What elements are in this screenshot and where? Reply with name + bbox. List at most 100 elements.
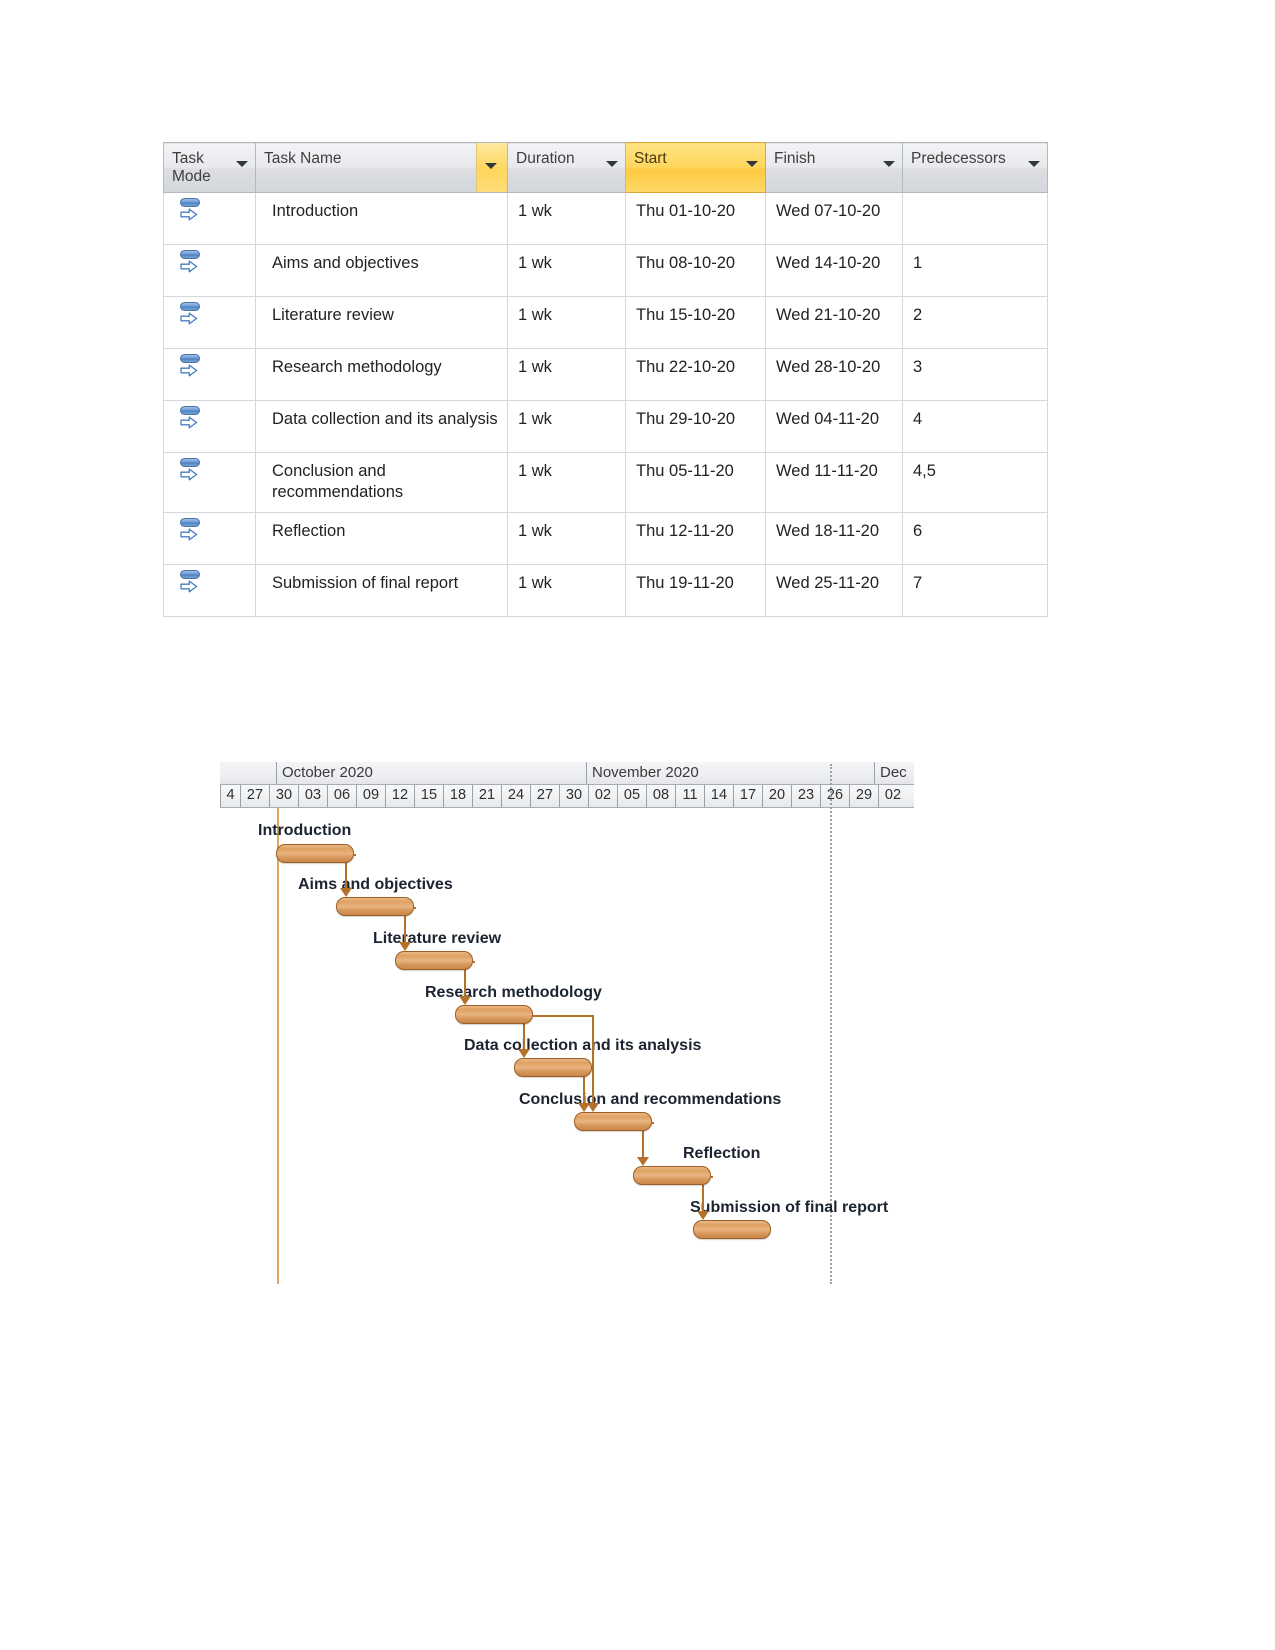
cell-predecessors[interactable]: 2 [902, 295, 1048, 349]
cell-duration-value: 1 wk [518, 253, 552, 272]
cell-task-mode[interactable] [163, 243, 256, 297]
filter-chevron-down-icon[interactable] [883, 161, 895, 167]
cell-finish[interactable]: Wed 21-10-20 [765, 295, 903, 349]
filter-chevron-down-icon[interactable] [746, 161, 758, 167]
cell-start[interactable]: Thu 19-11-20 [625, 563, 766, 617]
cell-predecessors[interactable]: 4 [902, 399, 1048, 453]
cell-duration[interactable]: 1 wk [507, 399, 626, 453]
cell-start[interactable]: Thu 22-10-20 [625, 347, 766, 401]
cell-task-name[interactable]: Submission of final report [255, 563, 508, 617]
timeline-day-cell: 17 [733, 785, 762, 807]
timeline-day-cell: 30 [559, 785, 588, 807]
cell-task-name[interactable]: Aims and objectives [255, 243, 508, 297]
cell-predecessors-value: 7 [913, 573, 923, 592]
gantt-bar[interactable] [633, 1166, 711, 1185]
column-header-task-mode[interactable]: Task Mode [163, 142, 256, 193]
cell-task-mode[interactable] [163, 511, 256, 565]
gantt-bar[interactable] [574, 1112, 652, 1131]
timeline-day-cell: 27 [530, 785, 559, 807]
cell-predecessors[interactable]: 4,5 [902, 451, 1048, 513]
cell-finish[interactable]: Wed 28-10-20 [765, 347, 903, 401]
column-header-predecessors[interactable]: Predecessors [902, 142, 1048, 193]
table-row[interactable]: Conclusion and recommendations 1 wk Thu 05… [163, 451, 1048, 513]
gantt-bar[interactable] [455, 1005, 533, 1024]
cell-start[interactable]: Thu 08-10-20 [625, 243, 766, 297]
filter-chevron-down-icon[interactable] [1028, 161, 1040, 167]
cell-task-name-value: Submission of final report [272, 573, 459, 592]
gantt-bar[interactable] [514, 1058, 592, 1077]
column-header-finish[interactable]: Finish [765, 142, 903, 193]
cell-task-mode[interactable] [163, 399, 256, 453]
filter-chevron-down-icon[interactable] [476, 143, 507, 192]
gantt-link-arrowhead [637, 1157, 649, 1166]
cell-predecessors[interactable]: 6 [902, 511, 1048, 565]
cell-finish[interactable]: Wed 25-11-20 [765, 563, 903, 617]
cell-predecessors[interactable]: 7 [902, 563, 1048, 617]
cell-start[interactable]: Thu 05-11-20 [625, 451, 766, 513]
table-row[interactable]: Data collection and its analysis 1 wk Thu … [163, 399, 1048, 453]
cell-duration[interactable]: 1 wk [507, 191, 626, 245]
timeline-month-cell: October 2020 [276, 762, 586, 784]
gantt-bar[interactable] [336, 897, 414, 916]
gantt-chart[interactable]: October 2020 November 2020 Dec 4 27 30 03 06 09… [220, 762, 914, 1284]
cell-task-name[interactable]: Introduction [255, 191, 508, 245]
manually-scheduled-icon [178, 457, 204, 485]
timeline-day-cell: 05 [617, 785, 646, 807]
cell-duration[interactable]: 1 wk [507, 243, 626, 297]
gantt-plot-area[interactable]: Introduction Aims and objectives Literatur… [220, 764, 914, 1284]
table-row[interactable]: Research methodology 1 wk Thu 22-10-20 Wed … [163, 347, 1048, 401]
table-row[interactable]: Reflection 1 wk Thu 12-11-20 Wed 18-11-20 6 [163, 511, 1048, 565]
manually-scheduled-icon [178, 301, 204, 329]
cell-duration[interactable]: 1 wk [507, 563, 626, 617]
cell-start[interactable]: Thu 15-10-20 [625, 295, 766, 349]
manually-scheduled-icon [178, 249, 204, 277]
gantt-bar[interactable] [693, 1220, 771, 1239]
cell-duration[interactable]: 1 wk [507, 451, 626, 513]
cell-task-name[interactable]: Data collection and its analysis [255, 399, 508, 453]
gantt-bar[interactable] [276, 844, 354, 863]
cell-predecessors[interactable]: 1 [902, 243, 1048, 297]
cell-finish[interactable]: Wed 18-11-20 [765, 511, 903, 565]
cell-task-name-value: Reflection [272, 521, 346, 540]
cell-task-mode[interactable] [163, 347, 256, 401]
table-body: Introduction 1 wk Thu 01-10-20 Wed 07-10-20… [163, 191, 1048, 617]
manually-scheduled-icon [178, 517, 204, 545]
cell-start[interactable]: Thu 01-10-20 [625, 191, 766, 245]
column-header-start[interactable]: Start [625, 142, 766, 193]
gantt-link-segment [652, 1122, 654, 1124]
cell-duration[interactable]: 1 wk [507, 511, 626, 565]
cell-start-value: Thu 08-10-20 [636, 253, 736, 272]
cell-task-name[interactable]: Conclusion and recommendations [255, 451, 508, 513]
cell-start[interactable]: Thu 29-10-20 [625, 399, 766, 453]
cell-task-name[interactable]: Research methodology [255, 347, 508, 401]
cell-task-mode[interactable] [163, 451, 256, 513]
cell-start[interactable]: Thu 12-11-20 [625, 511, 766, 565]
cell-task-mode[interactable] [163, 563, 256, 617]
cell-finish[interactable]: Wed 11-11-20 [765, 451, 903, 513]
filter-chevron-down-icon[interactable] [606, 161, 618, 167]
task-grid[interactable]: Task Mode Task Name Duration Start Finis… [163, 142, 1048, 617]
table-row[interactable]: Introduction 1 wk Thu 01-10-20 Wed 07-10-20 [163, 191, 1048, 245]
cell-task-mode[interactable] [163, 295, 256, 349]
column-header-duration[interactable]: Duration [507, 142, 626, 193]
column-header-task-name[interactable]: Task Name [255, 142, 508, 193]
filter-chevron-down-icon[interactable] [236, 161, 248, 167]
cell-duration[interactable]: 1 wk [507, 295, 626, 349]
cell-predecessors[interactable]: 3 [902, 347, 1048, 401]
gantt-link-segment [533, 1015, 592, 1017]
cell-finish[interactable]: Wed 07-10-20 [765, 191, 903, 245]
timeline-day-cell: 26 [820, 785, 849, 807]
cell-predecessors[interactable] [902, 191, 1048, 245]
cell-finish-value: Wed 28-10-20 [776, 357, 881, 376]
cell-duration[interactable]: 1 wk [507, 347, 626, 401]
cell-task-mode[interactable] [163, 191, 256, 245]
table-row[interactable]: Literature review 1 wk Thu 15-10-20 Wed 21-… [163, 295, 1048, 349]
table-row[interactable]: Aims and objectives 1 wk Thu 08-10-20 Wed 1… [163, 243, 1048, 297]
cell-finish[interactable]: Wed 04-11-20 [765, 399, 903, 453]
cell-finish-value: Wed 21-10-20 [776, 305, 881, 324]
cell-finish[interactable]: Wed 14-10-20 [765, 243, 903, 297]
gantt-bar[interactable] [395, 951, 473, 970]
cell-task-name[interactable]: Reflection [255, 511, 508, 565]
table-row[interactable]: Submission of final report 1 wk Thu 19-11-… [163, 563, 1048, 617]
cell-task-name[interactable]: Literature review [255, 295, 508, 349]
